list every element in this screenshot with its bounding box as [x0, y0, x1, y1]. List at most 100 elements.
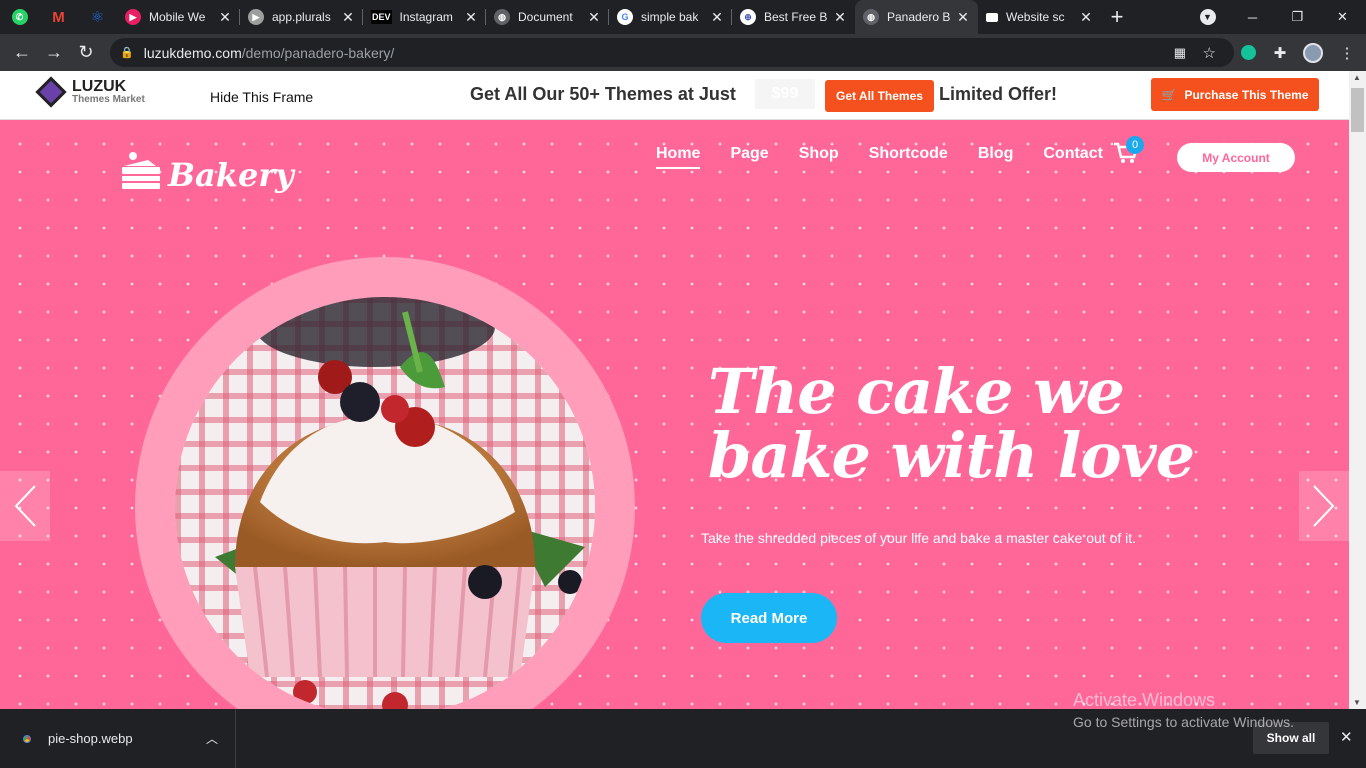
chevron-up-icon[interactable]: ︿: [206, 730, 218, 747]
hide-frame-link[interactable]: Hide This Frame: [210, 89, 313, 105]
chevron-left-icon: [14, 485, 36, 527]
chevron-right-icon: [1313, 485, 1335, 527]
luzuk-frame-bar: LUZUK Themes Market Hide This Frame Get …: [0, 71, 1349, 120]
back-button[interactable]: ←: [6, 37, 38, 69]
windows-watermark-title: Activate Windows: [1073, 690, 1216, 710]
close-icon[interactable]: ✕: [341, 9, 355, 26]
read-more-button[interactable]: Read More: [701, 593, 837, 643]
download-filename: pie-shop.webp: [48, 731, 133, 746]
gmail-icon: M: [52, 8, 65, 26]
close-icon[interactable]: ✕: [833, 9, 847, 26]
close-icon[interactable]: ✕: [710, 9, 724, 26]
tab-instagram[interactable]: DEV Instagram ✕: [363, 0, 486, 34]
url-path: /demo/panadero-bakery/: [241, 44, 395, 61]
restore-button[interactable]: ❐: [1275, 0, 1320, 34]
hero-paragraph: Take the shredded pieces of your life an…: [701, 530, 1137, 546]
purchase-theme-button[interactable]: 🛒 Purchase This Theme: [1151, 78, 1319, 111]
site-logo[interactable]: Bakery: [120, 146, 294, 194]
tab-best-free[interactable]: ⊕ Best Free B ✕: [732, 0, 855, 34]
tab-title: app.plurals: [272, 10, 331, 24]
hero-headline: The cake we bake with love: [708, 360, 1195, 488]
chrome-menu-button[interactable]: ⋮: [1332, 34, 1362, 71]
cupcake-illustration: [175, 297, 595, 709]
extensions-button[interactable]: ✚: [1265, 34, 1295, 71]
cart-count-badge: 0: [1126, 136, 1144, 154]
scroll-down-icon[interactable]: ▼: [1353, 698, 1361, 707]
chevron-down-icon: ▼: [1199, 9, 1216, 25]
close-window-button[interactable]: ✕: [1320, 0, 1365, 34]
nav-shop[interactable]: Shop: [799, 145, 839, 163]
pinned-tab-whatsapp[interactable]: ✆: [0, 0, 39, 34]
close-icon[interactable]: ✕: [956, 9, 970, 26]
main-nav: Home Page Shop Shortcode Blog Contact: [656, 145, 1133, 169]
bookmark-star-icon[interactable]: ☆: [1203, 44, 1216, 62]
site-logo-text: Bakery: [168, 156, 294, 194]
tab-title: Website sc: [1006, 10, 1065, 24]
whatsapp-icon: ✆: [11, 9, 28, 25]
windows-watermark-subtitle: Go to Settings to activate Windows.: [1073, 714, 1294, 730]
nav-home[interactable]: Home: [656, 145, 701, 169]
web-icon: ⊕: [740, 9, 756, 25]
tab-mobile-web[interactable]: ▶ Mobile We ✕: [117, 0, 240, 34]
tab-title: Instagram: [399, 10, 453, 24]
tab-title: Best Free B: [764, 10, 828, 24]
price-badge: $99: [755, 79, 815, 109]
download-item[interactable]: pie-shop.webp ︿: [0, 709, 236, 768]
luzuk-logo[interactable]: LUZUK Themes Market: [35, 76, 145, 108]
my-account-button[interactable]: My Account: [1177, 143, 1295, 172]
scroll-up-icon[interactable]: ▲: [1353, 73, 1361, 82]
minimize-button[interactable]: ─: [1230, 0, 1275, 34]
tab-title: Mobile We: [149, 10, 206, 24]
pinned-tab-gmail[interactable]: M: [39, 0, 78, 34]
tab-document[interactable]: ◍ Document ✕: [486, 0, 609, 34]
tab-panadero[interactable]: ◍ Panadero B ✕: [855, 0, 978, 34]
nav-contact[interactable]: Contact: [1043, 145, 1103, 163]
slider-next-button[interactable]: [1299, 471, 1349, 541]
scrollbar-thumb[interactable]: [1351, 88, 1364, 132]
hero-cupcake-image: [175, 297, 595, 709]
promo-text: Get All Our 50+ Themes at Just: [470, 84, 736, 104]
google-icon: G: [617, 9, 633, 25]
arrow-left-icon: ←: [13, 42, 31, 62]
nav-page[interactable]: Page: [730, 145, 768, 163]
slider-prev-button[interactable]: [0, 471, 50, 541]
close-icon[interactable]: ✕: [1079, 9, 1093, 26]
globe-icon: ◍: [863, 9, 879, 25]
video-icon: [986, 12, 998, 22]
close-icon[interactable]: ✕: [587, 9, 601, 26]
close-icon[interactable]: ✕: [218, 9, 232, 26]
nav-shortcode[interactable]: Shortcode: [869, 145, 948, 163]
reload-button[interactable]: ↻: [70, 37, 102, 69]
url-host: luzukdemo.com: [143, 44, 242, 61]
extension-grammarly-button[interactable]: [1233, 34, 1263, 71]
page-scrollbar[interactable]: ▲ ▼: [1349, 71, 1366, 709]
browser-toolbar: ← → ↻ 🔒 luzukdemo.com/demo/panadero-bake…: [0, 34, 1366, 71]
tab-website[interactable]: Website sc ✕: [978, 0, 1101, 34]
close-icon[interactable]: ✕: [1340, 728, 1353, 746]
luzuk-brand: LUZUK: [72, 78, 127, 95]
address-bar[interactable]: 🔒 luzukdemo.com/demo/panadero-bakery/ ▦ …: [110, 38, 1234, 67]
close-icon[interactable]: ✕: [464, 9, 478, 26]
pinned-tab-atom[interactable]: ⚛: [78, 0, 117, 34]
reload-icon: ↻: [78, 42, 94, 62]
limited-offer-text: Limited Offer!: [939, 84, 1058, 104]
grammarly-icon: [1240, 45, 1256, 60]
dev-icon: DEV: [371, 10, 392, 24]
tab-simple-bakery[interactable]: G simple bak ✕: [609, 0, 732, 34]
more-vert-icon: ⋮: [1339, 44, 1355, 62]
arrow-right-icon: →: [45, 42, 63, 62]
profile-button[interactable]: [1298, 34, 1328, 71]
tab-search-button[interactable]: ▼: [1185, 0, 1230, 34]
tab-title: Panadero B: [887, 10, 951, 24]
puzzle-icon: ✚: [1273, 44, 1287, 62]
nav-blog[interactable]: Blog: [978, 145, 1014, 163]
forward-button[interactable]: →: [38, 37, 70, 69]
new-tab-button[interactable]: +: [1101, 0, 1133, 34]
media-icon: ▶: [125, 9, 141, 25]
qr-code-icon[interactable]: ▦: [1174, 45, 1186, 61]
tab-pluralsight[interactable]: ▶ app.plurals ✕: [240, 0, 363, 34]
tab-title: Document: [518, 10, 573, 24]
lock-icon: 🔒: [120, 47, 134, 59]
get-all-themes-button[interactable]: Get All Themes: [825, 80, 934, 112]
cake-icon: [122, 152, 160, 189]
